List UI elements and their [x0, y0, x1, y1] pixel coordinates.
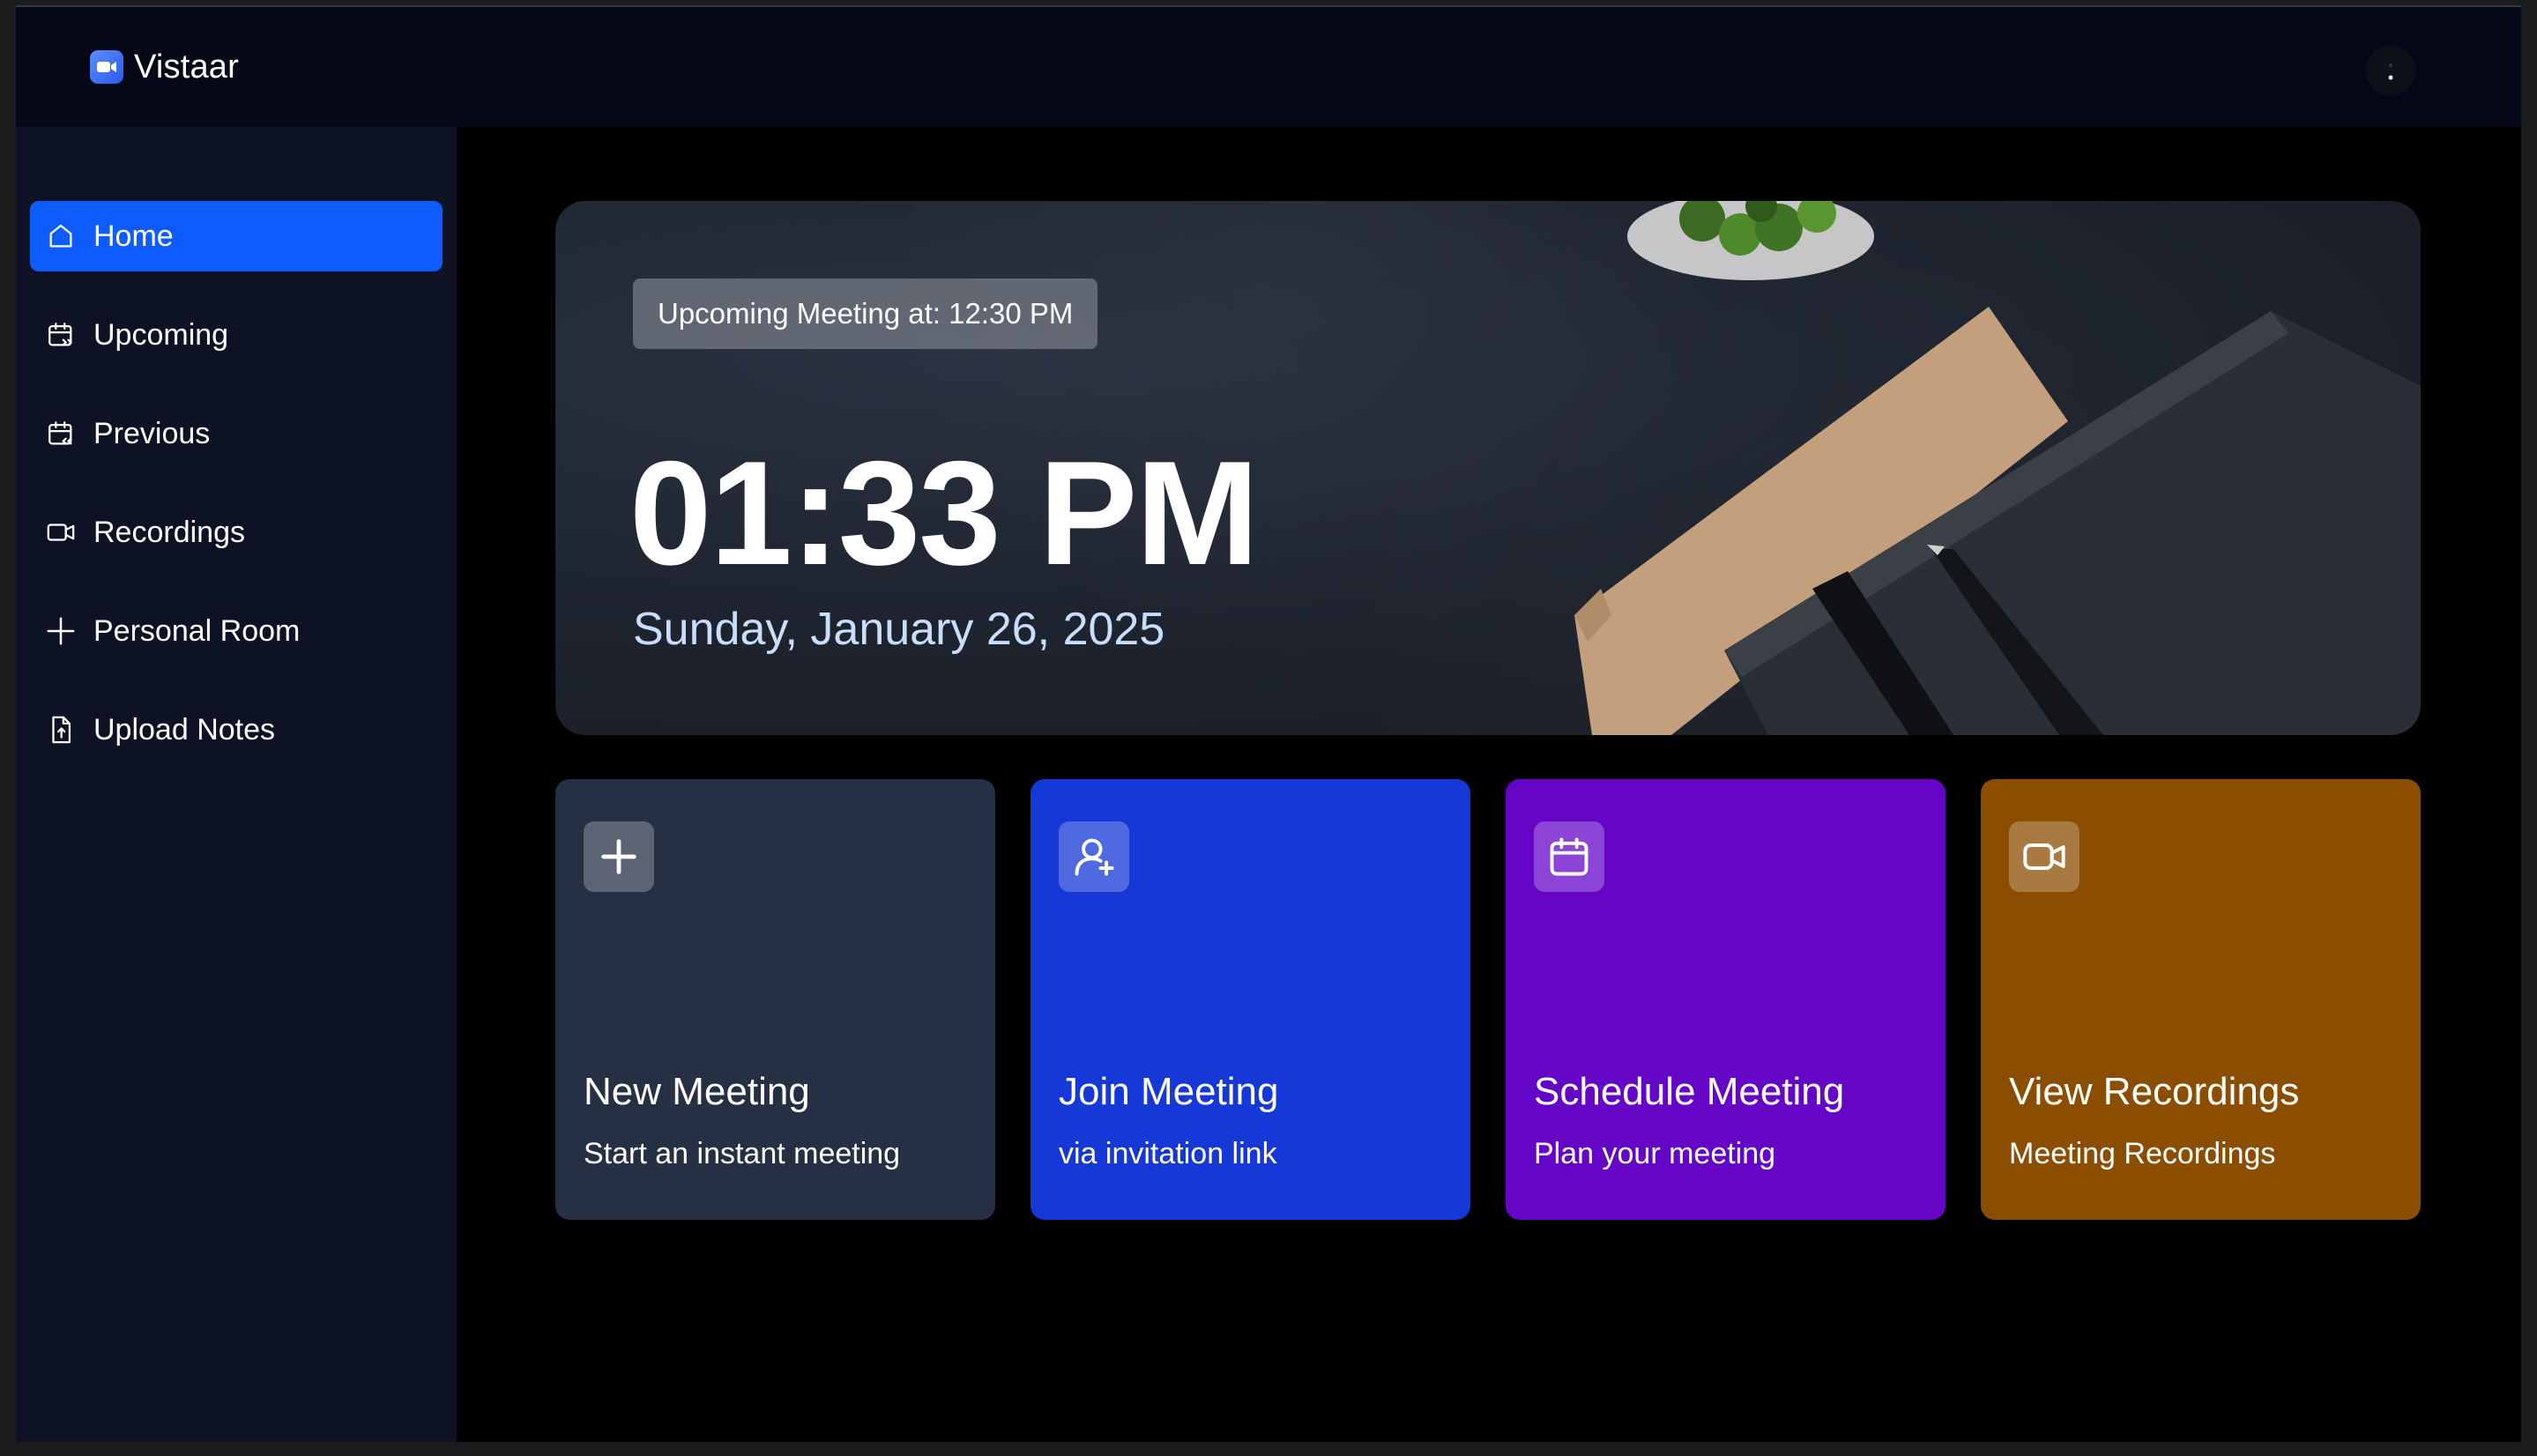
- upcoming-meeting-badge: Upcoming Meeting at: 12:30 PM: [633, 279, 1098, 349]
- file-upload-icon: [44, 713, 78, 747]
- main-content: Upcoming Meeting at: 12:30 PM 01:33 PM S…: [457, 127, 2521, 1442]
- card-subtitle: Plan your meeting: [1534, 1137, 1776, 1170]
- app-window: Vistaar Home Upcoming Previous Recording…: [16, 5, 2521, 1442]
- card-subtitle: Start an instant meeting: [584, 1137, 901, 1170]
- card-subtitle: via invitation link: [1059, 1137, 1277, 1170]
- brand-name: Vistaar: [134, 48, 239, 85]
- sidebar-item-recordings[interactable]: Recordings: [30, 497, 443, 568]
- card-title: View Recordings: [2009, 1070, 2300, 1113]
- video-camera-icon: [90, 50, 123, 84]
- sidebar-item-label: Upload Notes: [93, 712, 276, 747]
- current-time: 01:33 PM: [629, 430, 1259, 596]
- plus-icon: [44, 614, 78, 648]
- user-avatar[interactable]: [2366, 46, 2415, 95]
- card-subtitle: Meeting Recordings: [2009, 1137, 2276, 1170]
- video-icon: [44, 516, 78, 549]
- user-plus-icon: [1059, 821, 1129, 892]
- sidebar-item-previous[interactable]: Previous: [30, 398, 443, 469]
- top-navbar: Vistaar: [16, 7, 2521, 127]
- sidebar-item-label: Previous: [93, 416, 211, 450]
- action-cards: New Meeting Start an instant meeting Joi…: [555, 779, 2421, 1220]
- sidebar: Home Upcoming Previous Recordings Person…: [16, 127, 457, 1442]
- hero-background-image: [1574, 201, 2421, 735]
- card-title: Schedule Meeting: [1534, 1070, 1845, 1113]
- sidebar-item-upcoming[interactable]: Upcoming: [30, 300, 443, 370]
- home-icon: [44, 219, 78, 253]
- sidebar-item-label: Home: [93, 219, 174, 253]
- sidebar-item-label: Upcoming: [93, 317, 229, 352]
- plus-icon: [584, 821, 654, 892]
- view-recordings-card[interactable]: View Recordings Meeting Recordings: [1981, 779, 2421, 1220]
- calendar-upcoming-icon: [44, 318, 78, 352]
- card-title: New Meeting: [584, 1070, 810, 1113]
- join-meeting-card[interactable]: Join Meeting via invitation link: [1030, 779, 1470, 1220]
- sidebar-item-home[interactable]: Home: [30, 201, 443, 271]
- card-title: Join Meeting: [1059, 1070, 1279, 1113]
- calendar-icon: [1534, 821, 1604, 892]
- calendar-previous-icon: [44, 417, 78, 450]
- brand[interactable]: Vistaar: [90, 48, 239, 86]
- new-meeting-card[interactable]: New Meeting Start an instant meeting: [555, 779, 995, 1220]
- sidebar-item-label: Recordings: [93, 515, 245, 549]
- hero-banner: Upcoming Meeting at: 12:30 PM 01:33 PM S…: [555, 201, 2421, 735]
- video-icon: [2009, 821, 2079, 892]
- sidebar-item-label: Personal Room: [93, 613, 301, 648]
- sidebar-item-upload-notes[interactable]: Upload Notes: [30, 695, 443, 765]
- current-date: Sunday, January 26, 2025: [633, 604, 1165, 655]
- schedule-meeting-card[interactable]: Schedule Meeting Plan your meeting: [1506, 779, 1946, 1220]
- sidebar-item-personal-room[interactable]: Personal Room: [30, 596, 443, 666]
